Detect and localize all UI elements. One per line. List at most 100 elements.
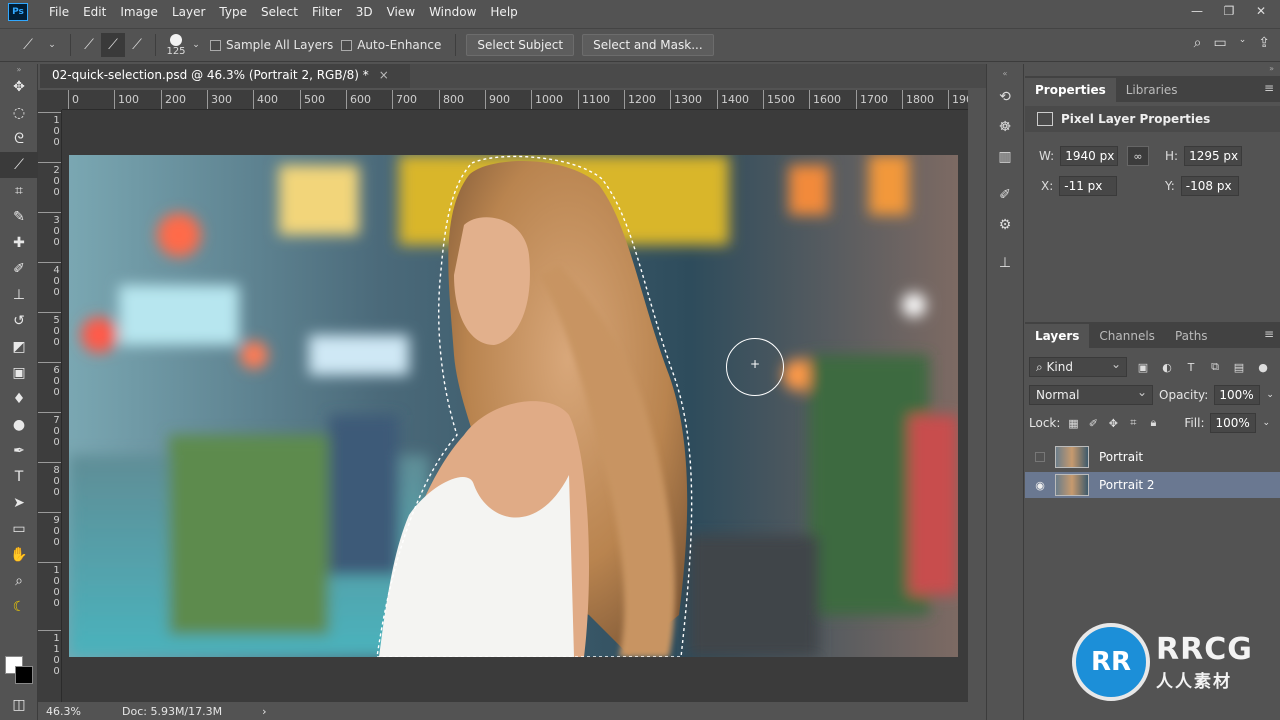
- menu-edit[interactable]: Edit: [76, 0, 113, 24]
- opacity-dropdown-icon[interactable]: ⌄: [1266, 390, 1274, 400]
- eyedropper-tool-icon[interactable]: ✎: [0, 204, 38, 230]
- fill-dropdown-icon[interactable]: ⌄: [1262, 418, 1270, 428]
- filter-toggle-icon[interactable]: ●: [1255, 361, 1271, 374]
- blur-tool-icon[interactable]: ♦: [0, 386, 38, 412]
- lasso-tool-icon[interactable]: ᘓ: [0, 126, 38, 152]
- close-document-icon[interactable]: ×: [379, 68, 389, 82]
- type-tool-icon[interactable]: T: [0, 464, 38, 490]
- checkbox-box[interactable]: [341, 39, 353, 51]
- link-dimensions-icon[interactable]: ∞: [1127, 146, 1149, 166]
- tab-layers[interactable]: Layers: [1025, 324, 1090, 348]
- y-input[interactable]: -108 px: [1180, 176, 1239, 196]
- lock-position-icon[interactable]: ✥: [1106, 417, 1120, 430]
- canvas-area[interactable]: [62, 110, 968, 704]
- blend-mode-select[interactable]: Normal: [1029, 383, 1153, 405]
- shape-filter-icon[interactable]: ⧉: [1207, 360, 1223, 374]
- panel-menu-icon[interactable]: ≡: [1264, 327, 1274, 341]
- adjustment-filter-icon[interactable]: ◐: [1159, 361, 1175, 374]
- document-canvas[interactable]: [69, 155, 958, 657]
- visibility-toggle[interactable]: [1025, 452, 1055, 462]
- tab-libraries[interactable]: Libraries: [1116, 78, 1188, 102]
- color-swatches[interactable]: [5, 656, 35, 686]
- lock-transparent-icon[interactable]: ▦: [1066, 417, 1080, 430]
- x-input[interactable]: -11 px: [1059, 176, 1118, 196]
- toolbar-collapse-icon[interactable]: »: [0, 64, 38, 74]
- background-color-swatch[interactable]: [15, 666, 33, 684]
- menu-layer[interactable]: Layer: [165, 0, 212, 24]
- layer-row[interactable]: Portrait: [1025, 444, 1280, 470]
- select-subject-button[interactable]: Select Subject: [466, 34, 575, 56]
- restore-button[interactable]: ❐: [1218, 2, 1240, 20]
- quick-selection-tool-icon[interactable]: ⟋: [0, 152, 38, 178]
- menu-filter[interactable]: Filter: [305, 0, 349, 24]
- brush-size-picker[interactable]: 125: [162, 33, 190, 57]
- histogram-panel-icon[interactable]: ▥: [987, 142, 1023, 172]
- menu-help[interactable]: Help: [483, 0, 524, 24]
- tab-properties[interactable]: Properties: [1025, 78, 1116, 102]
- menu-select[interactable]: Select: [254, 0, 305, 24]
- minimize-button[interactable]: —: [1186, 2, 1208, 20]
- clone-stamp-tool-icon[interactable]: ⊥: [0, 282, 38, 308]
- brush-dropdown-icon[interactable]: ⌄: [190, 33, 202, 57]
- lock-artboard-icon[interactable]: ⌗: [1126, 416, 1140, 430]
- lock-all-icon[interactable]: 🔒︎: [1146, 416, 1160, 430]
- type-filter-icon[interactable]: T: [1183, 361, 1199, 374]
- hand-tool-icon[interactable]: ✋: [0, 542, 38, 568]
- pixel-filter-icon[interactable]: ▣: [1135, 361, 1151, 374]
- brushes-panel-icon[interactable]: ✐: [987, 180, 1023, 210]
- status-menu-arrow[interactable]: ›: [262, 705, 266, 718]
- tab-channels[interactable]: Channels: [1089, 324, 1165, 348]
- path-selection-tool-icon[interactable]: ➤: [0, 490, 38, 516]
- search-icon[interactable]: ⌕: [1194, 35, 1202, 51]
- marquee-tool-icon[interactable]: ◌: [0, 100, 38, 126]
- checkbox-box[interactable]: [210, 39, 221, 51]
- subtract-from-selection-icon[interactable]: ⟋: [125, 33, 149, 57]
- document-tab[interactable]: 02-quick-selection.psd @ 46.3% (Portrait…: [40, 64, 410, 88]
- menu-image[interactable]: Image: [113, 0, 165, 24]
- workspace-icon[interactable]: ▭: [1213, 35, 1226, 51]
- vertical-ruler[interactable]: 100 200 300 400 500 600 700 800 900 1000…: [38, 110, 62, 704]
- layer-row-selected[interactable]: ◉ Portrait 2: [1025, 472, 1280, 498]
- menu-window[interactable]: Window: [422, 0, 483, 24]
- zoom-tool-icon[interactable]: ⌕: [0, 568, 38, 594]
- preset-dropdown-icon[interactable]: ⌄: [40, 33, 64, 57]
- opacity-input[interactable]: 100%: [1214, 385, 1261, 405]
- menu-3d[interactable]: 3D: [349, 0, 380, 24]
- adjustments-panel-icon[interactable]: ☸: [987, 112, 1023, 142]
- dodge-tool-icon[interactable]: ●: [0, 412, 38, 438]
- gradient-tool-icon[interactable]: ▣: [0, 360, 38, 386]
- history-panel-icon[interactable]: ⟲: [987, 82, 1023, 112]
- panel-menu-icon[interactable]: ≡: [1264, 81, 1274, 95]
- menu-view[interactable]: View: [380, 0, 422, 24]
- crop-tool-icon[interactable]: ⌗: [0, 178, 38, 204]
- width-input[interactable]: 1940 px: [1060, 146, 1119, 166]
- clone-source-icon[interactable]: ⊥: [987, 248, 1023, 278]
- add-to-selection-icon[interactable]: ⟋: [101, 33, 125, 57]
- quick-mask-icon[interactable]: ◫: [0, 692, 38, 718]
- sample-all-layers-checkbox[interactable]: Sample All Layers: [210, 38, 333, 52]
- panel-expand-icon[interactable]: «: [987, 64, 1023, 82]
- auto-enhance-checkbox[interactable]: Auto-Enhance: [341, 38, 441, 52]
- move-tool-icon[interactable]: ✥: [0, 74, 38, 100]
- brush-tool-icon[interactable]: ✐: [0, 256, 38, 282]
- menu-file[interactable]: File: [42, 0, 76, 24]
- pen-tool-icon[interactable]: ✒: [0, 438, 38, 464]
- new-selection-icon[interactable]: ⟋: [77, 33, 101, 57]
- banana-icon[interactable]: ☾: [0, 594, 38, 620]
- tab-paths[interactable]: Paths: [1165, 324, 1218, 348]
- zoom-level[interactable]: 46.3%: [38, 705, 98, 718]
- lock-image-icon[interactable]: ✐: [1086, 417, 1100, 430]
- healing-brush-tool-icon[interactable]: ✚: [0, 230, 38, 256]
- height-input[interactable]: 1295 px: [1184, 146, 1243, 166]
- panel-collapse-icon[interactable]: »: [1025, 64, 1280, 76]
- history-brush-tool-icon[interactable]: ↺: [0, 308, 38, 334]
- eraser-tool-icon[interactable]: ◩: [0, 334, 38, 360]
- visibility-toggle[interactable]: ◉: [1025, 479, 1055, 492]
- kind-filter-select[interactable]: ⌕ Kind: [1029, 355, 1127, 377]
- brush-settings-icon[interactable]: ⚙: [987, 210, 1023, 240]
- quick-selection-preset-icon[interactable]: ⟋: [16, 33, 40, 57]
- select-and-mask-button[interactable]: Select and Mask...: [582, 34, 714, 56]
- menu-type[interactable]: Type: [212, 0, 254, 24]
- smart-object-filter-icon[interactable]: ▤: [1231, 361, 1247, 374]
- horizontal-ruler[interactable]: 0 100 200 300 400 500 600 700 800 900 10…: [62, 90, 968, 110]
